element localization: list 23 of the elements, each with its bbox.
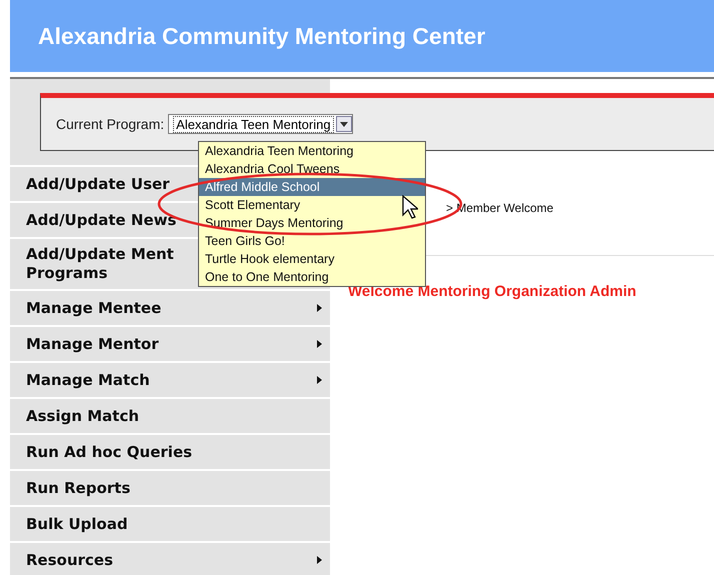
sidebar-item[interactable]: Add/Update News <box>26 210 176 230</box>
dropdown-option[interactable]: One to One Mentoring <box>199 268 425 286</box>
sidebar-item[interactable]: Add/Update User <box>26 174 170 194</box>
sidebar-item[interactable]: Bulk Upload <box>26 514 128 534</box>
dropdown-option[interactable]: Turtle Hook elementary <box>199 250 425 268</box>
dropdown-option[interactable]: Alexandria Cool Tweens <box>199 160 425 178</box>
dropdown-option[interactable]: Alexandria Teen Mentoring <box>199 142 425 160</box>
sidebar-item[interactable]: Assign Match <box>26 406 140 426</box>
site-title: Alexandria Community Mentoring Center <box>38 22 486 50</box>
sidebar-item[interactable]: Manage Match <box>26 370 150 390</box>
welcome-heading: Welcome Mentoring Organization Admin <box>348 283 636 300</box>
sidebar-item[interactable]: Manage Mentee <box>26 298 162 318</box>
dropdown-option[interactable]: Teen Girls Go! <box>199 232 425 250</box>
dropdown-option[interactable]: Alfred Middle School <box>199 178 425 196</box>
sidebar-item[interactable]: Resources <box>26 550 114 570</box>
sidebar-item[interactable]: Run Reports <box>26 478 130 498</box>
sidebar-item[interactable]: Run Ad hoc Queries <box>26 442 192 462</box>
program-select[interactable]: Alexandria Teen Mentoring <box>168 114 353 134</box>
sidebar-item[interactable]: Add/Update Ment Programs <box>26 245 174 283</box>
sidebar-item[interactable]: Manage Mentor <box>26 334 159 354</box>
dropdown-option[interactable]: Scott Elementary <box>199 196 425 214</box>
program-label: Current Program: <box>56 116 164 132</box>
cursor-icon <box>402 195 418 219</box>
